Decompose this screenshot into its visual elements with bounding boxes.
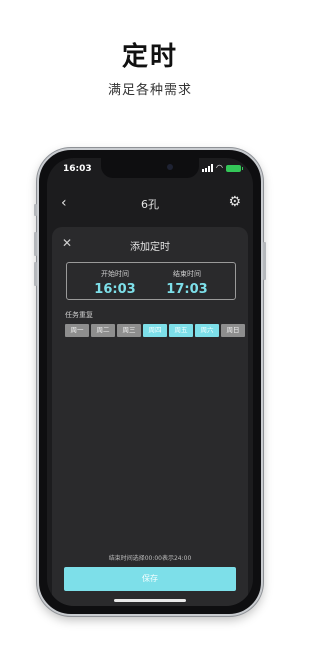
time-range-box: 开始时间 16:03 结束时间 17:03 bbox=[66, 262, 236, 300]
status-icons: ◠ bbox=[202, 163, 243, 172]
end-time-value[interactable]: 17:03 bbox=[147, 282, 227, 297]
nav-title: 6孔 bbox=[141, 198, 159, 211]
day-toggle-sun[interactable]: 周日 bbox=[221, 324, 245, 337]
add-timer-sheet: ✕ 添加定时 开始时间 16:03 结束时间 17:03 任务重复 周一 周二 … bbox=[52, 227, 248, 606]
battery-charging-icon bbox=[226, 164, 243, 172]
hero-subtitle: 满足各种需求 bbox=[107, 83, 192, 98]
day-toggle-tue[interactable]: 周二 bbox=[91, 324, 115, 337]
camera-icon bbox=[167, 164, 173, 170]
weekday-selector: 周一 周二 周三 周四 周五 周六 周日 bbox=[65, 324, 245, 337]
end-time-picker[interactable]: 结束时间 17:03 bbox=[147, 269, 227, 297]
power-button bbox=[263, 242, 266, 280]
wifi-icon: ◠ bbox=[216, 163, 223, 172]
status-time: 16:03 bbox=[63, 164, 92, 174]
repeat-label: 任务重复 bbox=[65, 311, 93, 319]
day-toggle-mon[interactable]: 周一 bbox=[65, 324, 89, 337]
home-indicator[interactable] bbox=[114, 599, 186, 602]
end-time-label: 结束时间 bbox=[173, 270, 201, 278]
day-toggle-fri[interactable]: 周五 bbox=[169, 324, 193, 337]
end-time-note: 结束时间选择00:00表示24:00 bbox=[108, 555, 192, 562]
save-button[interactable]: 保存 bbox=[64, 567, 236, 591]
phone-screen: 16:03 ◠ ‹ 6孔 ⚙ ✕ 添加定时 开始时间 16:03 结束时间 17… bbox=[47, 158, 253, 606]
notch bbox=[101, 158, 199, 178]
sheet-title: 添加定时 bbox=[130, 242, 170, 253]
gear-icon[interactable]: ⚙ bbox=[228, 194, 241, 210]
mute-switch bbox=[34, 204, 37, 216]
day-toggle-thu[interactable]: 周四 bbox=[143, 324, 167, 337]
start-time-picker[interactable]: 开始时间 16:03 bbox=[75, 269, 155, 297]
volume-down-button bbox=[34, 262, 37, 286]
signal-icon bbox=[202, 164, 214, 172]
day-toggle-wed[interactable]: 周三 bbox=[117, 324, 141, 337]
volume-up-button bbox=[34, 232, 37, 256]
start-time-label: 开始时间 bbox=[101, 270, 129, 278]
start-time-value[interactable]: 16:03 bbox=[75, 282, 155, 297]
day-toggle-sat[interactable]: 周六 bbox=[195, 324, 219, 337]
phone-frame: 16:03 ◠ ‹ 6孔 ⚙ ✕ 添加定时 开始时间 16:03 结束时间 17… bbox=[34, 148, 266, 616]
hero-title: 定时 bbox=[121, 42, 178, 72]
